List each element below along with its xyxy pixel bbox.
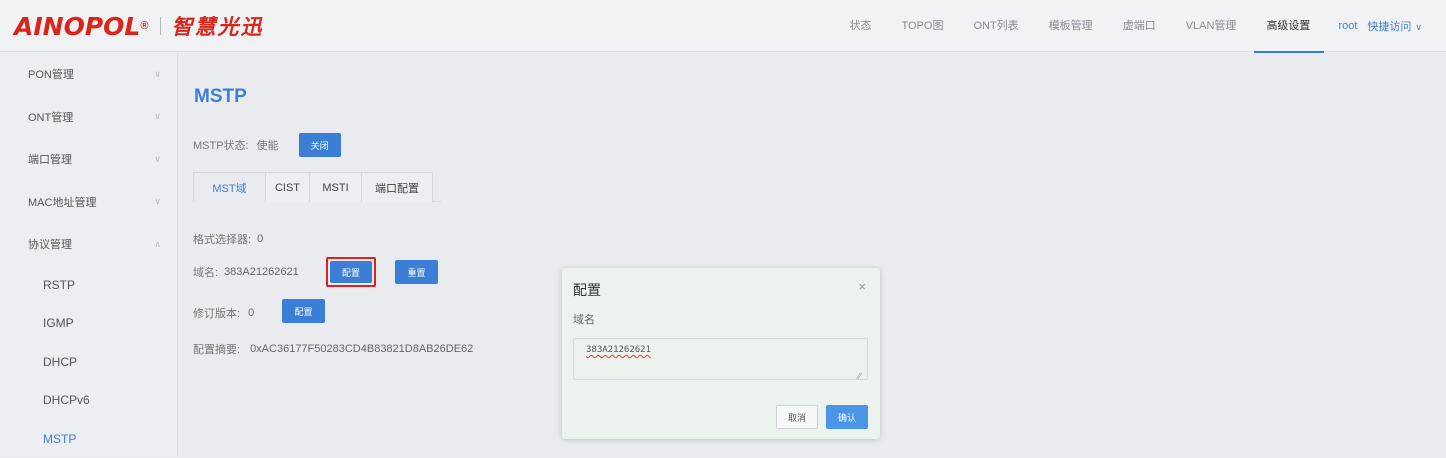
domain-reset-button[interactable]: 重置 [395,260,438,284]
sidebar-item-label: 协议管理 [28,236,72,252]
domain-name-field-label: 域名 [573,311,595,327]
sidebar-item-pon[interactable]: PON管理 ∨ [0,53,177,96]
nav-topo[interactable]: TOPO图 [901,0,943,52]
config-digest-label: 配置摘要: [193,341,240,357]
tab-port-config[interactable]: 端口配置 [361,172,433,202]
mstp-status-value: 使能 [257,137,279,153]
sidebar-item-protocol[interactable]: 协议管理 ∧ [0,223,177,266]
domain-name-row: 域名: 383A21262621 [193,264,299,280]
revision-label: 修订版本: [193,305,240,321]
dialog-confirm-button[interactable]: 确认 [826,405,868,429]
chevron-down-icon: ∨ [1415,22,1422,32]
config-digest-value: 0xAC36177F50283CD4B83821D8AB26DE62 [250,343,473,355]
brand-logo[interactable]: AINOPOL ® 智慧光迅 [14,11,263,41]
sidebar-item-label: PON管理 [28,66,74,82]
domain-name-value: 383A21262621 [224,266,299,278]
sidebar-item-label: ONT管理 [28,109,73,125]
tab-cist[interactable]: CIST [265,172,310,202]
revision-config-button[interactable]: 配置 [282,299,325,323]
format-selector-row: 格式选择器: 0 [193,231,263,247]
chevron-down-icon: ∨ [154,69,161,80]
nav-ont-list[interactable]: ONT列表 [973,0,1018,52]
sidebar-item-port[interactable]: 端口管理 ∨ [0,138,177,181]
page-title: MSTP [194,86,247,108]
domain-name-textarea[interactable]: 383A21262621 [573,338,868,380]
config-dialog: 配置 × 域名 383A21262621 ∕∕ 取消 确认 [562,268,880,439]
resize-handle-icon[interactable]: ∕∕ [858,371,861,381]
chevron-down-icon: ∨ [154,111,161,122]
quick-access-label: 快捷访问 [1367,21,1411,33]
close-icon[interactable]: × [858,279,866,294]
top-header: AINOPOL ® 智慧光迅 状态 TOPO图 ONT列表 模板管理 虚端口 V… [0,0,1446,52]
domain-name-label: 域名: [193,264,218,280]
sidebar-item-ont[interactable]: ONT管理 ∨ [0,96,177,139]
user-name[interactable]: root [1338,20,1357,32]
sidebar-subitem-mstp[interactable]: MSTP [0,420,177,458]
dialog-title: 配置 [573,280,601,300]
nav-vlan-management[interactable]: VLAN管理 [1186,0,1237,52]
brand-chinese-name: 智慧光迅 [171,11,263,41]
sidebar-subitem-rstp[interactable]: RSTP [0,266,177,305]
nav-template-management[interactable]: 模板管理 [1049,0,1093,52]
brand-name: AINOPOL [14,12,140,41]
revision-value: 0 [248,307,254,319]
sidebar-item-mac[interactable]: MAC地址管理 ∨ [0,181,177,224]
format-selector-label: 格式选择器: [193,231,251,247]
tab-mst-domain[interactable]: MST域 [193,172,266,202]
mstp-tabs: MST域 CIST MSTI 端口配置 [193,172,441,202]
sidebar-subitem-dhcpv6[interactable]: DHCPv6 [0,381,177,420]
sidebar: PON管理 ∨ ONT管理 ∨ 端口管理 ∨ MAC地址管理 ∨ 协议管理 ∧ … [0,53,178,456]
sidebar-subitem-igmp[interactable]: IGMP [0,304,177,343]
logo-separator [160,17,161,35]
nav-advanced-settings[interactable]: 高级设置 [1266,0,1310,52]
mstp-status-row: MSTP状态: 使能 关闭 [193,133,341,157]
chevron-down-icon: ∨ [154,196,161,207]
domain-config-button[interactable]: 配置 [330,261,372,283]
mstp-status-label: MSTP状态: [193,137,249,153]
tab-msti[interactable]: MSTI [309,172,362,202]
revision-row: 修订版本: 0 [193,305,254,321]
format-selector-value: 0 [257,233,263,245]
chevron-down-icon: ∨ [154,154,161,165]
chevron-up-icon: ∧ [154,239,161,250]
sidebar-subitem-dhcp[interactable]: DHCP [0,343,177,382]
brand-registered-mark: ® [140,20,148,32]
mstp-close-button[interactable]: 关闭 [299,133,341,157]
config-digest-row: 配置摘要: 0xAC36177F50283CD4B83821D8AB26DE62 [193,341,473,357]
sidebar-item-label: MAC地址管理 [28,194,96,210]
dialog-cancel-button[interactable]: 取消 [776,405,818,429]
quick-access-menu[interactable]: 快捷访问 ∨ [1367,18,1422,34]
nav-status[interactable]: 状态 [849,0,871,52]
sidebar-item-label: 端口管理 [28,151,72,167]
top-navigation: 状态 TOPO图 ONT列表 模板管理 虚端口 VLAN管理 高级设置 root… [819,0,1422,52]
nav-virtual-port[interactable]: 虚端口 [1123,0,1156,52]
